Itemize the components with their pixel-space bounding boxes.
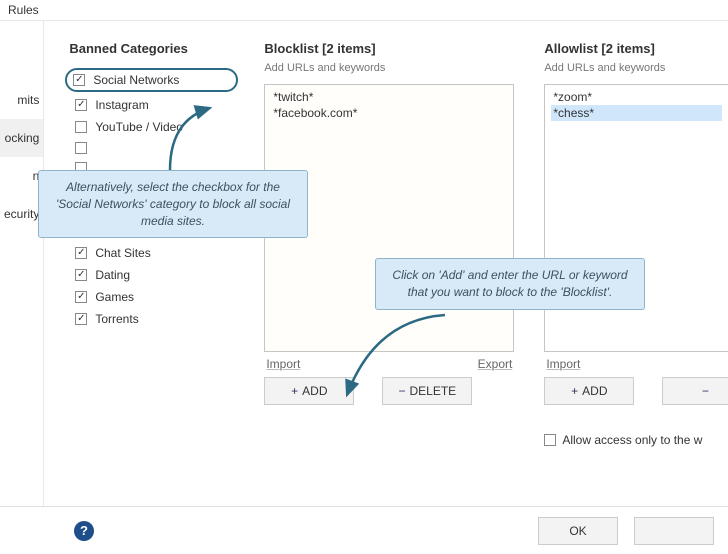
- blocklist-io-row: Import Export: [264, 352, 514, 377]
- blocklist-import-link[interactable]: Import: [266, 357, 300, 371]
- category-item[interactable]: [69, 138, 234, 158]
- allowlist-add-button[interactable]: + ADD: [544, 377, 634, 405]
- category-item[interactable]: ✓ Instagram: [69, 94, 234, 116]
- blocklist-item[interactable]: *facebook.com*: [271, 105, 507, 121]
- allowlist-item[interactable]: *zoom*: [551, 89, 722, 105]
- category-label: Games: [95, 290, 134, 304]
- allow-only-label: Allow access only to the w: [562, 433, 702, 447]
- plus-icon: +: [291, 384, 298, 398]
- category-item[interactable]: ✓ Dating: [69, 264, 234, 286]
- footer: ? OK: [0, 506, 728, 554]
- plus-icon: +: [571, 384, 578, 398]
- footer-buttons: OK: [538, 517, 714, 545]
- blocklist-button-row: + ADD −DELETE: [264, 377, 514, 405]
- category-item[interactable]: YouTube / Video: [69, 116, 234, 138]
- category-label: Social Networks: [93, 73, 179, 87]
- sidebar-item-blocking[interactable]: ocking: [0, 119, 43, 157]
- category-label: Chat Sites: [95, 246, 150, 260]
- footer-second-button[interactable]: [634, 517, 714, 545]
- category-checkbox[interactable]: ✓: [75, 247, 87, 259]
- allowlist-second-button[interactable]: −: [662, 377, 728, 405]
- tooltip-blocklist-add: Click on 'Add' and enter the URL or keyw…: [375, 258, 645, 310]
- blocklist-subtitle: Add URLs and keywords: [264, 62, 514, 74]
- category-checkbox[interactable]: [75, 142, 87, 154]
- allowlist-import-link[interactable]: Import: [546, 357, 580, 371]
- category-checkbox[interactable]: ✓: [75, 99, 87, 111]
- blocklist-add-label: ADD: [302, 384, 327, 398]
- sidebar-item-limits[interactable]: mits: [0, 81, 43, 119]
- categories-title: Banned Categories: [69, 41, 234, 56]
- blocklist-item[interactable]: *twitch*: [271, 89, 507, 105]
- category-checkbox[interactable]: ✓: [75, 313, 87, 325]
- blocklist-title: Blocklist [2 items]: [264, 41, 514, 56]
- category-label: Instagram: [95, 98, 148, 112]
- category-label: Torrents: [95, 312, 138, 326]
- category-label: YouTube / Video: [95, 120, 183, 134]
- blocklist-delete-label: DELETE: [410, 384, 457, 398]
- window-title: Rules: [0, 0, 728, 21]
- blocklist-delete-button[interactable]: −DELETE: [382, 377, 472, 405]
- allowlist-io-row: Import: [544, 352, 728, 377]
- category-item[interactable]: ✓ Chat Sites: [69, 242, 234, 264]
- category-item[interactable]: ✓ Games: [69, 286, 234, 308]
- category-checkbox[interactable]: ✓: [73, 74, 85, 86]
- category-item[interactable]: ✓ Torrents: [69, 308, 234, 330]
- tooltip-categories: Alternatively, select the checkbox for t…: [38, 170, 308, 238]
- blocklist-add-button[interactable]: + ADD: [264, 377, 354, 405]
- allowlist-subtitle: Add URLs and keywords: [544, 62, 728, 74]
- allow-only-checkbox[interactable]: [544, 434, 556, 446]
- allowlist-add-label: ADD: [582, 384, 607, 398]
- minus-icon: −: [398, 384, 405, 398]
- category-label: Dating: [95, 268, 130, 282]
- sidebar-item-n[interactable]: n: [0, 157, 43, 195]
- sidebar-item-security[interactable]: ecurity: [0, 195, 43, 233]
- allowlist-title: Allowlist [2 items]: [544, 41, 728, 56]
- ok-button[interactable]: OK: [538, 517, 618, 545]
- allowlist-item[interactable]: *chess*: [551, 105, 722, 121]
- allow-only-row[interactable]: Allow access only to the w: [544, 433, 728, 447]
- allowlist-button-row: + ADD −: [544, 377, 728, 405]
- help-icon[interactable]: ?: [74, 521, 94, 541]
- category-checkbox[interactable]: ✓: [75, 291, 87, 303]
- category-checkbox[interactable]: [75, 121, 87, 133]
- categories-column: Banned Categories ✓ Social Networks ✓ Insta…: [69, 41, 234, 496]
- category-checkbox[interactable]: ✓: [75, 269, 87, 281]
- sidebar: mits ocking n ecurity: [0, 21, 44, 506]
- category-item[interactable]: ✓ Social Networks: [65, 68, 238, 92]
- minus-icon: −: [702, 384, 709, 398]
- allowlist-listbox[interactable]: *zoom**chess*: [544, 84, 728, 352]
- blocklist-export-link[interactable]: Export: [478, 357, 513, 371]
